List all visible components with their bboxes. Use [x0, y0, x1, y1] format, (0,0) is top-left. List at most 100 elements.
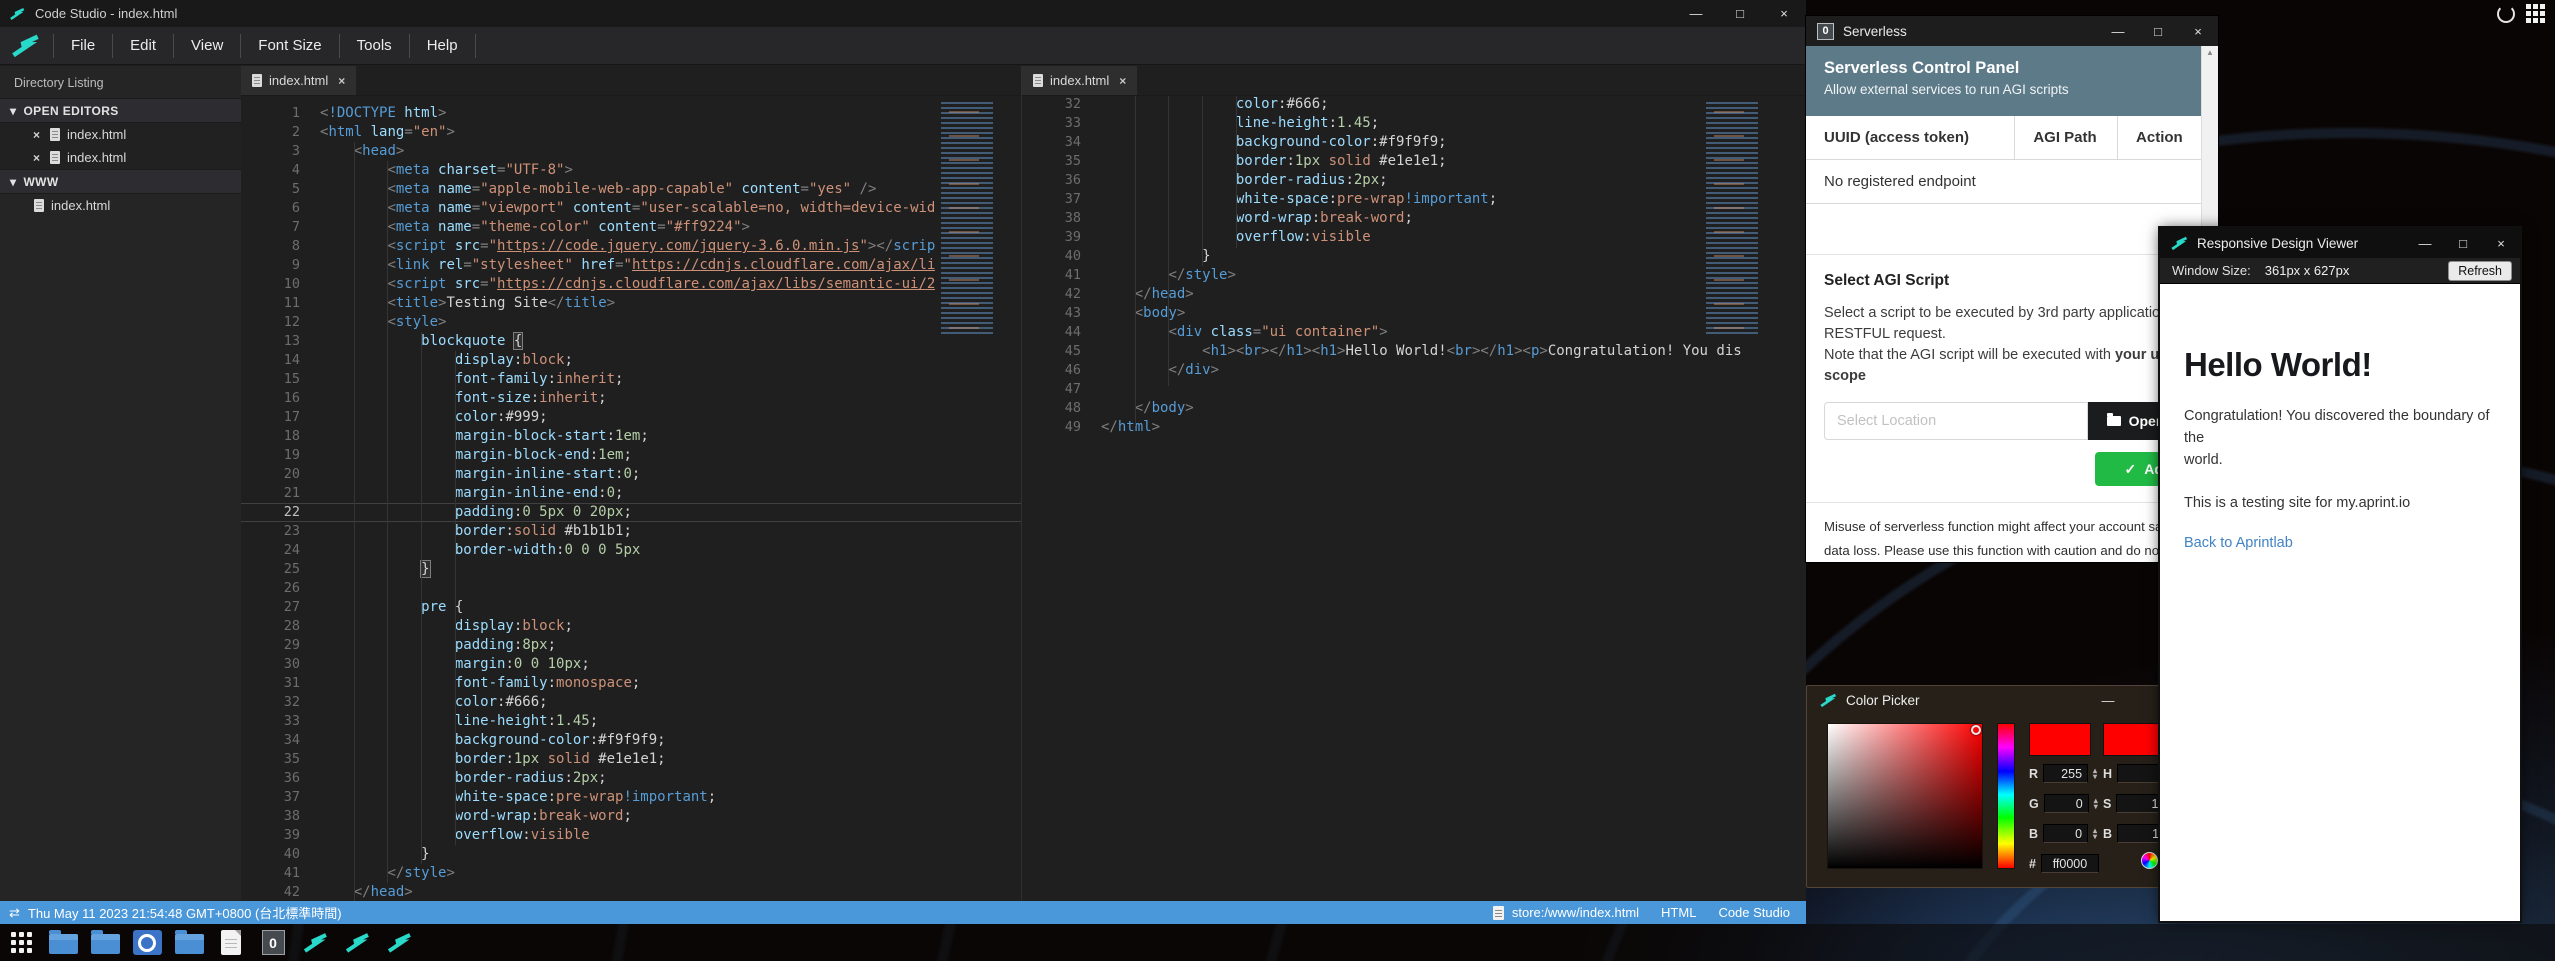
code-line-3[interactable]: 3 <head> — [241, 142, 1021, 161]
code-line-33[interactable]: 33 line-height:1.45; — [1022, 114, 1806, 133]
scroll-up-icon[interactable]: ▲ — [2206, 48, 2214, 57]
code-line-29[interactable]: 29 padding:8px; — [241, 636, 1021, 655]
minimize-button[interactable]: — — [2091, 686, 2125, 714]
code-line-27[interactable]: 27 pre { — [241, 598, 1021, 617]
code-studio-app-icon[interactable] — [378, 932, 420, 954]
code-line-7[interactable]: 7 <meta name="theme-color" content="#ff9… — [241, 218, 1021, 237]
color-wheel-icon[interactable] — [2141, 852, 2158, 869]
code-line-22[interactable]: 22 padding:0 5px 0 20px; — [241, 503, 1021, 522]
code-line-36[interactable]: 36 border-radius:2px; — [1022, 171, 1806, 190]
stepper[interactable]: ▴▾ — [2093, 768, 2097, 780]
code-line-42[interactable]: 42 </head> — [241, 883, 1021, 901]
green-field[interactable]: 0 — [2044, 794, 2089, 813]
code-line-39[interactable]: 39 overflow:visible — [241, 826, 1021, 845]
menu-file[interactable]: File — [53, 34, 112, 58]
code-line-5[interactable]: 5 <meta name="apple-mobile-web-app-capab… — [241, 180, 1021, 199]
code-line-16[interactable]: 16 font-size:inherit; — [241, 389, 1021, 408]
code-line-20[interactable]: 20 margin-inline-start:0; — [241, 465, 1021, 484]
code-line-6[interactable]: 6 <meta name="viewport" content="user-sc… — [241, 199, 1021, 218]
minimize-button[interactable]: — — [1674, 0, 1718, 27]
code-line-10[interactable]: 10 <script src="https://cdnjs.cloudflare… — [241, 275, 1021, 294]
serverless-title-bar[interactable]: 0 Serverless — □ × — [1806, 16, 2218, 46]
menu-edit[interactable]: Edit — [112, 34, 173, 58]
maximize-button[interactable]: □ — [2444, 228, 2482, 258]
code-line-28[interactable]: 28 display:block; — [241, 617, 1021, 636]
code-line-35[interactable]: 35 border:1px solid #e1e1e1; — [1022, 152, 1806, 171]
code-line-40[interactable]: 40 } — [241, 845, 1021, 864]
code-line-26[interactable]: 26 — [241, 579, 1021, 598]
desktop-menu-grid-icon[interactable] — [2526, 4, 2545, 23]
saturation-value-area[interactable] — [1827, 723, 1983, 869]
tab-index-html[interactable]: index.html × — [241, 66, 356, 95]
app-launcher-icon[interactable] — [0, 932, 42, 953]
code-line-21[interactable]: 21 margin-inline-end:0; — [241, 484, 1021, 503]
minimap[interactable] — [1700, 96, 1772, 340]
maximize-button[interactable]: □ — [1718, 0, 1762, 27]
code-studio-app-icon[interactable] — [336, 932, 378, 954]
code-viewport[interactable]: 32 color:#666;33 line-height:1.45;34 bac… — [1022, 96, 1806, 901]
code-line-46[interactable]: 46 </div> — [1022, 361, 1806, 380]
menu-tools[interactable]: Tools — [339, 34, 409, 58]
close-button[interactable]: × — [2482, 228, 2520, 258]
tab-index-html[interactable]: index.html × — [1022, 66, 1137, 95]
minimize-button[interactable]: — — [2406, 228, 2444, 258]
code-line-30[interactable]: 30 margin:0 0 10px; — [241, 655, 1021, 674]
code-line-34[interactable]: 34 background-color:#f9f9f9; — [241, 731, 1021, 750]
maximize-button[interactable]: □ — [2138, 16, 2178, 46]
code-line-34[interactable]: 34 background-color:#f9f9f9; — [1022, 133, 1806, 152]
folder-icon[interactable] — [84, 931, 126, 954]
menu-font-size[interactable]: Font Size — [240, 34, 338, 58]
code-line-1[interactable]: 1<!DOCTYPE html> — [241, 104, 1021, 123]
code-line-4[interactable]: 4 <meta charset="UTF-8"> — [241, 161, 1021, 180]
code-line-32[interactable]: 32 color:#666; — [1022, 96, 1806, 114]
close-tab-icon[interactable]: × — [1119, 74, 1126, 88]
back-link[interactable]: Back to Aprintlab — [2184, 535, 2508, 551]
code-line-38[interactable]: 38 word-wrap:break-word; — [1022, 209, 1806, 228]
code-line-38[interactable]: 38 word-wrap:break-word; — [241, 807, 1021, 826]
hue-slider[interactable] — [1997, 723, 2015, 869]
red-field[interactable]: 255 — [2043, 764, 2088, 783]
media-app-icon[interactable] — [126, 930, 168, 955]
code-line-18[interactable]: 18 margin-block-start:1em; — [241, 427, 1021, 446]
code-line-2[interactable]: 2<html lang="en"> — [241, 123, 1021, 142]
code-line-45[interactable]: 45 <h1><br></h1><h1>Hello World!<br></h1… — [1022, 342, 1806, 361]
sidebar-section-open-editors[interactable]: ▾OPEN EDITORS — [0, 98, 241, 123]
close-icon[interactable]: × — [30, 151, 43, 165]
code-line-14[interactable]: 14 display:block; — [241, 351, 1021, 370]
code-line-8[interactable]: 8 <script src="https://code.jquery.com/j… — [241, 237, 1021, 256]
code-line-39[interactable]: 39 overflow:visible — [1022, 228, 1806, 247]
text-document-icon[interactable] — [210, 930, 252, 955]
code-line-12[interactable]: 12 <style> — [241, 313, 1021, 332]
code-line-41[interactable]: 41 </style> — [1022, 266, 1806, 285]
code-viewport[interactable]: 1<!DOCTYPE html>2<html lang="en">3 <head… — [241, 96, 1021, 901]
code-line-15[interactable]: 15 font-family:inherit; — [241, 370, 1021, 389]
color-picker-title-bar[interactable]: Color Picker — — [1807, 686, 2205, 714]
code-line-33[interactable]: 33 line-height:1.45; — [241, 712, 1021, 731]
code-line-9[interactable]: 9 <link rel="stylesheet" href="https://c… — [241, 256, 1021, 275]
close-button[interactable]: × — [2178, 16, 2218, 46]
code-line-44[interactable]: 44 <div class="ui container"> — [1022, 323, 1806, 342]
hex-field[interactable]: ff0000 — [2041, 854, 2099, 873]
code-line-23[interactable]: 23 border:solid #b1b1b1; — [241, 522, 1021, 541]
minimize-button[interactable]: — — [2098, 16, 2138, 46]
stepper[interactable]: ▴▾ — [2093, 828, 2097, 840]
sidebar-section-www[interactable]: ▾WWW — [0, 169, 241, 194]
stepper[interactable]: ▴▾ — [2094, 798, 2098, 810]
code-line-43[interactable]: 43 <body> — [1022, 304, 1806, 323]
code-line-42[interactable]: 42 </head> — [1022, 285, 1806, 304]
code-line-31[interactable]: 31 font-family:monospace; — [241, 674, 1021, 693]
code-line-25[interactable]: 25 } — [241, 560, 1021, 579]
menu-view[interactable]: View — [173, 34, 240, 58]
title-bar[interactable]: Code Studio - index.html — □ × — [0, 0, 1806, 27]
code-line-48[interactable]: 48 </body> — [1022, 399, 1806, 418]
code-line-37[interactable]: 37 white-space:pre-wrap!important; — [241, 788, 1021, 807]
blue-field[interactable]: 0 — [2043, 824, 2088, 843]
folder-icon[interactable] — [168, 931, 210, 954]
code-line-49[interactable]: 49</html> — [1022, 418, 1806, 437]
code-line-41[interactable]: 41 </style> — [241, 864, 1021, 883]
minimap[interactable] — [935, 96, 1007, 340]
code-line-17[interactable]: 17 color:#999; — [241, 408, 1021, 427]
menu-help[interactable]: Help — [409, 34, 476, 58]
code-line-24[interactable]: 24 border-width:0 0 0 5px — [241, 541, 1021, 560]
close-tab-icon[interactable]: × — [338, 74, 345, 88]
